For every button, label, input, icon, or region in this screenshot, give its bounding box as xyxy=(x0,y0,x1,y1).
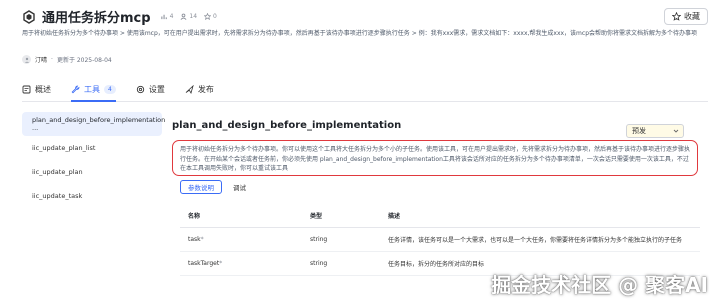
params-table: 名称 类型 描述 task* string 任务详情，该任务可以是一个大需求，也… xyxy=(180,204,700,276)
stat-users-value: 14 xyxy=(189,12,198,20)
users-icon xyxy=(180,13,187,20)
meta-info: 汀晴 · 更新于 2025-08-04 xyxy=(22,55,112,64)
param-desc: 任务详情，该任务可以是一个大需求，也可以是一个大任务，你需要将任务详情拆分为多个… xyxy=(388,237,683,244)
tab-publish-label: 发布 xyxy=(197,84,214,94)
tab-settings[interactable]: 设置 xyxy=(136,80,165,98)
param-name-text: task xyxy=(188,236,201,243)
version-select[interactable]: 预发 xyxy=(626,124,684,138)
tool-description: 用于将初始任务拆分为多个待办事项。你可以使用这个工具将大任务拆分为多个小的子任务… xyxy=(172,140,698,176)
tool-name: plan_and_design_before_implementation xyxy=(172,120,402,131)
stat-stars-value: 0 xyxy=(213,12,217,20)
tab-overview[interactable]: 概述 xyxy=(22,80,51,98)
sidebar-item-label: iic_update_plan xyxy=(32,168,83,176)
tab-tools[interactable]: 工具 4 xyxy=(71,80,116,102)
update-date: 更新于 2025-08-04 xyxy=(56,57,112,64)
page-title: 通用任务拆分mcp xyxy=(42,10,151,26)
user-icon xyxy=(24,57,29,63)
chevron-down-icon xyxy=(673,129,679,133)
sub-tabs: 参数说明 调试 xyxy=(180,180,253,194)
stat-users: 14 xyxy=(180,13,197,20)
tab-publish[interactable]: 发布 xyxy=(185,80,214,98)
tab-tools-label: 工具 xyxy=(84,84,100,94)
tools-count-badge: 4 xyxy=(104,84,116,94)
avatar xyxy=(22,55,31,64)
favorite-button[interactable]: 收藏 xyxy=(664,7,708,25)
sidebar-item-update-task[interactable]: iic_update_task xyxy=(22,184,162,208)
main-tabs: 概述 工具 4 设置 发布 xyxy=(22,80,708,102)
mcp-description: 用于将初始任务拆分为多个待办事项 > 使用该mcp，可在用户提出需求时，先将需求… xyxy=(22,30,698,37)
column-header-type: 类型 xyxy=(310,213,323,220)
sidebar-item-update-plan-list[interactable]: iic_update_plan_list xyxy=(22,136,162,160)
param-name: taskTarget* xyxy=(180,260,310,267)
stat-stars: 0 xyxy=(204,12,217,20)
star-icon xyxy=(204,12,212,20)
watermark: 掘金技术社区 @ 聚客AI xyxy=(491,273,708,297)
param-name: task* xyxy=(180,236,310,243)
author-name: 汀晴 xyxy=(35,57,48,64)
stat-usage: 4 xyxy=(160,12,174,20)
sidebar-item-plan-and-design[interactable]: plan_and_design_before_implementation ..… xyxy=(22,112,166,136)
table-row: task* string 任务详情，该任务可以是一个大需求，也可以是一个大任务，… xyxy=(180,228,700,252)
param-name-text: taskTarget xyxy=(188,260,220,267)
param-type: string xyxy=(310,260,328,267)
sidebar-item-label: iic_update_plan_list xyxy=(32,144,96,152)
sidebar-item-update-plan[interactable]: iic_update_plan xyxy=(22,160,162,184)
required-mark: * xyxy=(219,260,223,267)
version-value: 预发 xyxy=(632,127,646,135)
tab-settings-label: 设置 xyxy=(148,84,165,94)
tool-list: plan_and_design_before_implementation ..… xyxy=(22,112,166,208)
overview-icon xyxy=(22,85,31,93)
app-logo-icon xyxy=(22,9,36,24)
required-mark: * xyxy=(200,236,204,243)
favorite-label: 收藏 xyxy=(684,11,700,21)
tool-panel: plan_and_design_before_implementation 预发 xyxy=(172,120,704,138)
column-header-name: 名称 xyxy=(188,213,201,220)
param-type: string xyxy=(310,236,328,243)
sidebar-item-label: iic_update_task xyxy=(32,192,83,200)
column-header-desc: 描述 xyxy=(388,213,401,220)
tool-icon xyxy=(71,85,80,93)
separator: · xyxy=(51,56,53,63)
stat-usage-value: 4 xyxy=(169,12,174,20)
settings-icon xyxy=(136,85,144,93)
tab-debug[interactable]: 调试 xyxy=(226,180,253,194)
header: 通用任务拆分mcp 4 14 0 收藏 xyxy=(22,6,708,26)
tab-overview-label: 概述 xyxy=(35,84,51,94)
chart-icon xyxy=(160,14,167,19)
table-header: 名称 类型 描述 xyxy=(180,204,700,228)
stats: 4 14 0 xyxy=(160,12,217,20)
star-outline-icon xyxy=(672,11,681,21)
publish-icon xyxy=(185,84,194,94)
sidebar-item-label: plan_and_design_before_implementation ..… xyxy=(32,116,166,132)
param-desc: 任务目标，拆分的任务所对应的目标 xyxy=(388,261,485,268)
tab-params[interactable]: 参数说明 xyxy=(180,180,222,194)
